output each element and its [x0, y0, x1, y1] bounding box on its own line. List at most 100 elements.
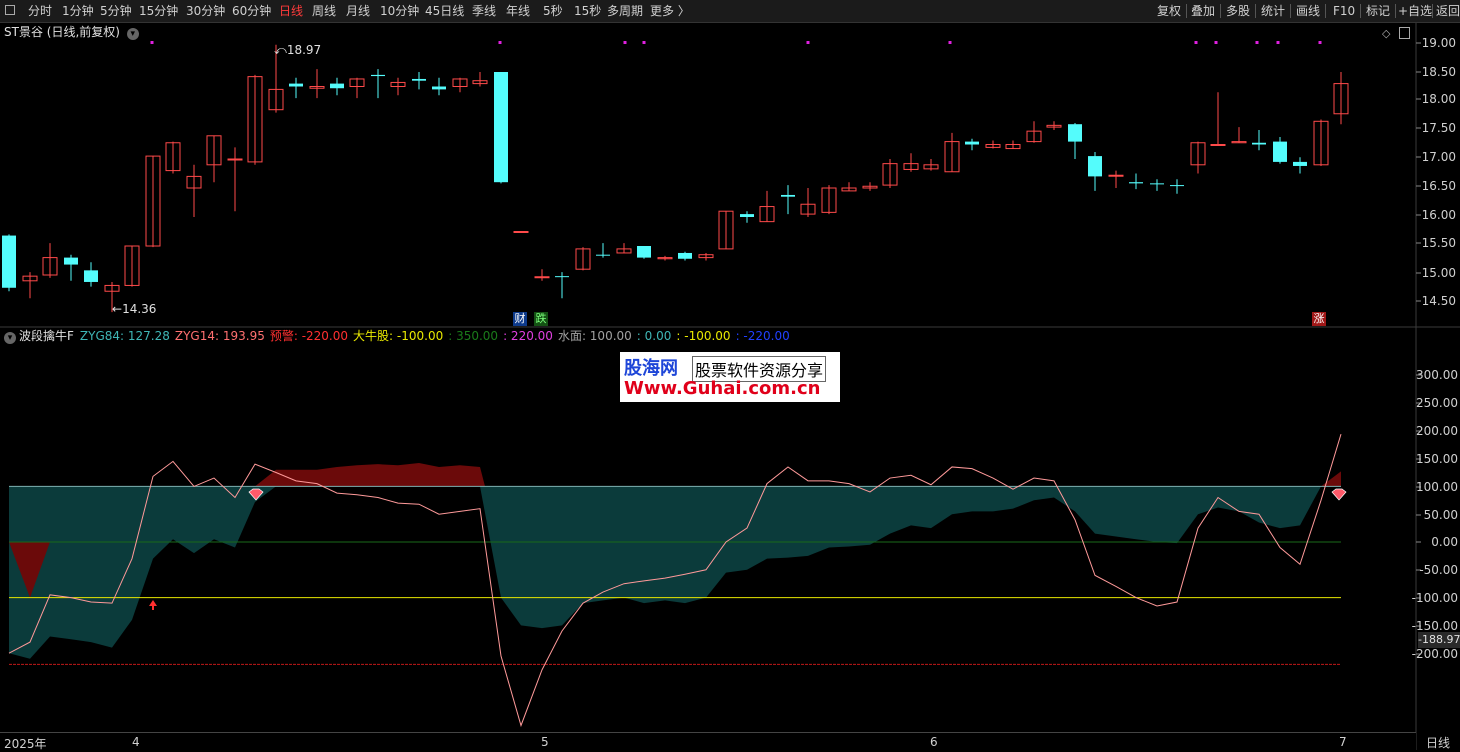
candle-body [1293, 161, 1307, 166]
tab-15min[interactable]: 15分钟 [139, 0, 178, 22]
ind-tick-label: 300.00 [1416, 368, 1458, 382]
candle-body [555, 276, 569, 278]
indicator-value: : 220.00 [503, 329, 553, 343]
indicator-value: 大牛股: -100.00 [353, 329, 444, 343]
candle-body [1068, 124, 1082, 142]
tab-15sec[interactable]: 15秒 [574, 0, 601, 22]
tab-yearly[interactable]: 年线 [506, 0, 530, 22]
fall-badge[interactable]: 跌 [534, 312, 548, 326]
window-icon[interactable] [5, 5, 15, 15]
finance-badge[interactable]: 财 [513, 312, 527, 326]
arrow-left-icon: ← [112, 302, 123, 316]
tab-60min[interactable]: 60分钟 [232, 0, 271, 22]
candle-body [637, 246, 651, 258]
tab-5min[interactable]: 5分钟 [100, 0, 132, 22]
tab-30min[interactable]: 30分钟 [186, 0, 225, 22]
watermark-brand: 股海网 [624, 358, 678, 379]
indicator-value: ZYG14: 193.95 [174, 329, 265, 343]
candle-body [84, 270, 98, 282]
date-label: 6 [930, 735, 938, 749]
candle-body [678, 252, 692, 259]
ind-tick-label: 50.00 [1424, 508, 1458, 522]
current-value-tag: -188.97 [1418, 632, 1460, 648]
back-button[interactable]: 返回 [1436, 0, 1460, 22]
candle-body [1129, 182, 1143, 184]
marker-dot [948, 41, 952, 44]
tab-5sec[interactable]: 5秒 [543, 0, 563, 22]
price-axis: 19.00 18.50 18.00 17.50 17.00 16.50 16.00 15.50… [1416, 36, 1456, 308]
price-tick-label: 14.50 [1422, 294, 1456, 308]
ind-tick-label: 200.00 [1416, 424, 1458, 438]
tab-10min[interactable]: 10分钟 [380, 0, 419, 22]
price-tick-label: 16.00 [1422, 208, 1456, 222]
period-toolbar: 分时 1分钟 5分钟 15分钟 30分钟 60分钟 日线 周线 月线 10分钟 … [0, 0, 1460, 23]
candlestick-series [2, 44, 1349, 313]
arrow-icon: ⤺ [274, 43, 287, 57]
red-fill-area [1321, 471, 1341, 487]
date-label: 2025年 [4, 737, 47, 751]
candle-body [965, 141, 979, 145]
candle-body [781, 194, 795, 197]
marker-dot [1318, 41, 1322, 44]
marker-dot [150, 41, 154, 44]
price-tick-label: 17.00 [1422, 150, 1456, 164]
gem-icon [1331, 488, 1347, 501]
marker-dot [806, 41, 810, 44]
indicator-name: 波段擒牛F [19, 329, 74, 343]
tab-45day[interactable]: 45日线 [425, 0, 464, 22]
period-indicator: 日线 [1426, 736, 1451, 750]
diamond-icon[interactable]: ◇ [1382, 27, 1390, 40]
candle-body [1273, 141, 1287, 162]
add-favorite-button[interactable]: +自选 [1398, 0, 1432, 22]
overlay-button[interactable]: 叠加 [1191, 0, 1215, 22]
candle-body [412, 78, 426, 81]
tab-monthly[interactable]: 月线 [346, 0, 370, 22]
candle-body [1108, 174, 1124, 177]
candle-body [371, 74, 385, 77]
indicator-value: : -100.00 [676, 329, 731, 343]
tab-quarterly[interactable]: 季线 [472, 0, 496, 22]
indicator-collapse-icon[interactable]: ▾ [4, 332, 16, 344]
f10-button[interactable]: F10 [1333, 0, 1355, 22]
fuquan-button[interactable]: 复权 [1157, 0, 1181, 22]
ind-tick-label: 250.00 [1416, 396, 1458, 410]
date-label: 4 [132, 735, 140, 749]
pane-toggle-icon[interactable] [1399, 27, 1410, 39]
ind-tick-label: 150.00 [1416, 452, 1458, 466]
ind-tick-label: -200.00 [1412, 647, 1458, 661]
mark-button[interactable]: 标记 [1366, 0, 1390, 22]
tab-weekly[interactable]: 周线 [312, 0, 336, 22]
candle-body [494, 72, 508, 183]
candle-body [534, 276, 550, 279]
magenta-markers [150, 41, 1322, 44]
tab-multi-period[interactable]: 多周期 [607, 0, 643, 22]
price-tick-label: 15.00 [1422, 266, 1456, 280]
draw-line-button[interactable]: 画线 [1296, 0, 1320, 22]
teal-fill-area [9, 486, 1341, 659]
date-label: 5 [541, 735, 549, 749]
chevron-down-icon[interactable]: ▾ [126, 28, 139, 40]
price-tick-label: 18.00 [1422, 92, 1456, 106]
price-tick-label: 18.50 [1422, 65, 1456, 79]
multi-stock-button[interactable]: 多股 [1226, 0, 1250, 22]
tab-more[interactable]: 更多 〉 [650, 0, 690, 22]
candle-body [227, 158, 243, 161]
tab-daily[interactable]: 日线 [279, 0, 303, 22]
low-price-label: ←14.36 [112, 302, 157, 316]
red-fill-area [255, 463, 485, 487]
watermark: 股海网 股票软件资源分享 Www.Guhai.com.cn [620, 352, 840, 402]
indicator-axis: 300.00 250.00 200.00 150.00 100.00 50.00 0.00 -… [1412, 368, 1458, 661]
indicator-value: : 350.00 [448, 329, 499, 343]
watermark-url: Www.Guhai.com.cn [624, 378, 821, 399]
candle-body [596, 254, 610, 256]
high-price-label: ⤺18.97 [274, 43, 322, 57]
rise-badge[interactable]: 涨 [1312, 312, 1326, 326]
stock-title: ST景谷 (日线,前复权) ▾ [4, 24, 139, 40]
tab-1min[interactable]: 1分钟 [62, 0, 94, 22]
candle-body [1088, 156, 1102, 177]
tab-fenshi[interactable]: 分时 [28, 0, 52, 22]
marker-dot [623, 41, 627, 44]
indicator-header: ▾ 波段擒牛F ZYG84: 127.28 ZYG14: 193.95 预警: -220… [4, 328, 795, 344]
candle-body [2, 235, 16, 288]
stats-button[interactable]: 统计 [1261, 0, 1285, 22]
